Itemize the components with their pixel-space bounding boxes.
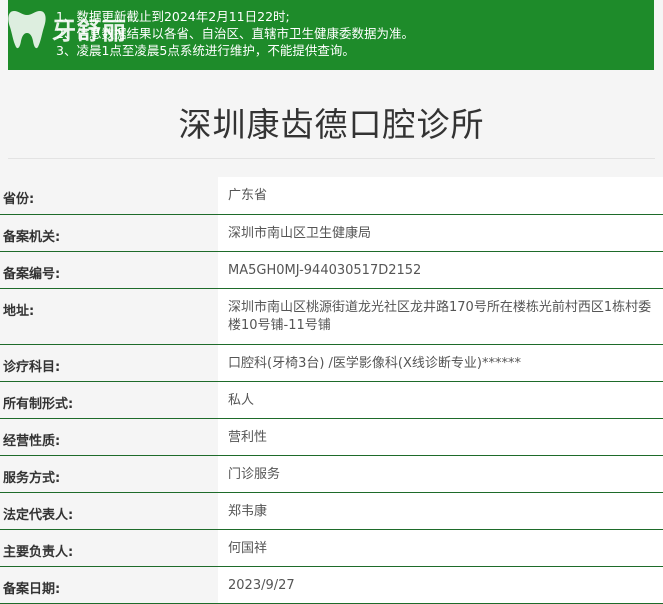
clinic-info-table: 省份: 广东省 备案机关: 深圳市南山区卫生健康局 备案编号: MA5GH0MJ…: [0, 177, 663, 604]
row-value: 广东省: [218, 177, 663, 215]
table-row: 备案日期: 2023/9/27: [0, 566, 663, 604]
row-label: 备案日期:: [0, 566, 218, 604]
table-row: 备案编号: MA5GH0MJ-944030517D2152: [0, 251, 663, 289]
row-value: 深圳市南山区桃源街道龙光社区龙井路170号所在楼栋光前村西区1栋村委楼10号铺-…: [218, 288, 663, 345]
row-value: 口腔科(牙椅3台) /医学影像科(X线诊断专业)******: [218, 344, 663, 382]
title-divider: [8, 158, 655, 159]
row-label: 省份:: [0, 177, 218, 215]
row-value: 营利性: [218, 418, 663, 456]
table-row: 所有制形式: 私人: [0, 381, 663, 419]
row-label: 法定代表人:: [0, 492, 218, 530]
table-row: 地址: 深圳市南山区桃源街道龙光社区龙井路170号所在楼栋光前村西区1栋村委楼1…: [0, 288, 663, 345]
notice-line-2: 2、信息数据结果以各省、自治区、直辖市卫生健康委数据为准。: [56, 26, 414, 41]
row-label: 备案编号:: [0, 251, 218, 289]
row-label: 经营性质:: [0, 418, 218, 456]
page-title: 深圳康齿德口腔诊所: [178, 105, 485, 144]
row-value: 郑韦康: [218, 492, 663, 530]
notice-line-3: 3、凌晨1点至凌晨5点系统进行维护，不能提供查询。: [56, 43, 355, 58]
table-row: 备案机关: 深圳市南山区卫生健康局: [0, 214, 663, 252]
row-label: 诊疗科目:: [0, 344, 218, 382]
table-row: 经营性质: 营利性: [0, 418, 663, 456]
row-label: 服务方式:: [0, 455, 218, 493]
row-value: 深圳市南山区卫生健康局: [218, 214, 663, 252]
row-label: 备案机关:: [0, 214, 218, 252]
logo-text: 牙舒丽: [52, 15, 127, 45]
row-value: 何国祥: [218, 529, 663, 567]
row-value: 门诊服务: [218, 455, 663, 493]
table-row: 法定代表人: 郑韦康: [0, 492, 663, 530]
row-value: 2023/9/27: [218, 566, 663, 604]
row-label: 地址:: [0, 288, 218, 345]
table-row: 主要负责人: 何国祥: [0, 529, 663, 567]
site-logo[interactable]: 牙舒丽: [6, 2, 136, 54]
table-row: 诊疗科目: 口腔科(牙椅3台) /医学影像科(X线诊断专业)******: [0, 344, 663, 382]
tooth-logo-icon: [8, 11, 46, 49]
row-label: 所有制形式:: [0, 381, 218, 419]
table-row: 省份: 广东省: [0, 177, 663, 215]
row-label: 主要负责人:: [0, 529, 218, 567]
row-value: 私人: [218, 381, 663, 419]
row-value: MA5GH0MJ-944030517D2152: [218, 251, 663, 289]
table-row: 服务方式: 门诊服务: [0, 455, 663, 493]
notice-line-1: 1、数据更新截止到2024年2月11日22时;: [56, 9, 290, 24]
